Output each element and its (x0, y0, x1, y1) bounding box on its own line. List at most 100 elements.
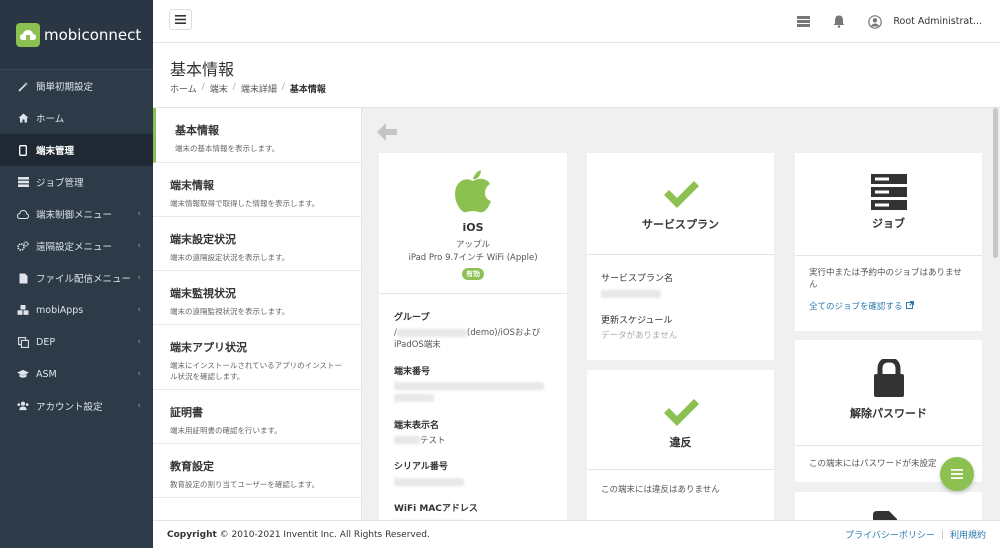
footer-links: プライバシーポリシー | 利用規約 (845, 528, 986, 542)
detail-nav-title: 端末情報 (170, 179, 214, 192)
service-plan-body: サービスプラン名 更新スケジュール データがありません (587, 255, 774, 347)
sidebar-item-asm[interactable]: ASM ‹ (0, 358, 153, 390)
breadcrumb-device[interactable]: 端末 (210, 82, 228, 95)
detail-nav-monitoring-status[interactable]: 端末監視状況 端末の遠隔監視状況を表示します。 (153, 271, 361, 325)
redacted-text (394, 382, 544, 391)
apple-logo-icon (455, 170, 491, 213)
user-avatar-icon[interactable] (867, 14, 883, 30)
violation-body: この端末には違反はありません (587, 470, 774, 512)
breadcrumb-home[interactable]: ホーム (170, 82, 197, 95)
sidebar-item-label: 端末管理 (36, 146, 75, 157)
violation-card: 違反 この端末には違反はありません (587, 370, 774, 520)
copyright-text: © 2010-2021 Inventit Inc. All Rights Res… (219, 529, 430, 540)
sidebar-item-label: アカウント設定 (36, 402, 103, 413)
breadcrumb-separator: / (281, 82, 285, 92)
detail-nav-title: 端末監視状況 (170, 287, 236, 300)
logo[interactable]: mobiconnect (0, 0, 153, 70)
wand-icon (17, 80, 29, 92)
device-maker: アップル (455, 240, 490, 250)
detail-nav-title: 基本情報 (175, 124, 219, 137)
sidebar-item-label: DEP (36, 336, 56, 348)
chevron-left-icon: ‹ (137, 337, 141, 347)
device-os: iOS (462, 221, 484, 234)
terms-link[interactable]: 利用規約 (950, 528, 986, 541)
job-body: 実行中または予約中のジョブはありません 全てのジョブを確認する (795, 256, 982, 324)
redacted-text (394, 477, 464, 486)
detail-nav-education[interactable]: 教育設定 教育設定の割り当てユーザーを確認します。 (153, 444, 361, 498)
detail-nav-desc: 端末の基本情報を表示します。 (175, 144, 280, 153)
sidebar-item-label: ジョブ管理 (36, 178, 84, 189)
external-link-icon (905, 300, 914, 309)
sidebar-item-mobiapps[interactable]: mobiApps ‹ (0, 294, 153, 326)
server-list-icon[interactable] (795, 14, 811, 30)
sidebar-item-label: ファイル配信メニュー (36, 274, 132, 285)
bell-icon[interactable] (831, 14, 847, 30)
cloud-icon (17, 208, 29, 220)
detail-nav-certificate[interactable]: 証明書 端末用証明書の確認を行います。 (153, 390, 361, 444)
hamburger-icon (175, 15, 186, 24)
sidebar-item-label: 遠隔設定メニュー (36, 242, 113, 253)
detail-nav-title: 教育設定 (170, 460, 214, 473)
back-arrow-icon[interactable] (376, 122, 398, 142)
privacy-policy-link[interactable]: プライバシーポリシー (845, 528, 935, 541)
floating-menu-button[interactable] (940, 457, 974, 491)
field-label-display-name: 端末表示名 (394, 420, 440, 431)
detail-nav-title: 証明書 (170, 406, 203, 419)
chevron-left-icon: ‹ (137, 209, 141, 219)
detail-nav-list: 基本情報 端末の基本情報を表示します。 端末情報 端末情報取得で取得した情報を表… (153, 108, 362, 520)
sidebar-nav: 簡単初期設定 ホーム 端末管理 ジョブ管理 端末制御メニュー ‹ 遠隔設定メニュ… (0, 70, 153, 422)
service-plan-title: サービスプラン (642, 218, 719, 231)
field-value-device-number (394, 382, 552, 406)
next-card (795, 492, 982, 520)
field-label-serial: シリアル番号 (394, 462, 448, 473)
user-name[interactable]: Root Administrat... (893, 16, 982, 27)
status-badge: 有効 (462, 267, 484, 280)
copyright: Copyright © 2010-2021 Inventit Inc. All … (167, 530, 430, 540)
sidebar-item-job-management[interactable]: ジョブ管理 (0, 166, 153, 198)
sidebar-item-remote-settings-menu[interactable]: 遠隔設定メニュー ‹ (0, 230, 153, 262)
brand-name: mobiconnect (44, 25, 142, 44)
chevron-left-icon: ‹ (137, 305, 141, 315)
service-plan-card: サービスプラン サービスプラン名 更新スケジュール データがありません (587, 153, 774, 360)
field-value-schedule: データがありません (601, 330, 678, 341)
menu-toggle-button[interactable] (169, 9, 192, 30)
sidebar-item-label: ASM (36, 368, 57, 380)
device-model: iPad Pro 9.7インチ WiFi (Apple) (408, 252, 538, 263)
detail-nav-device-info[interactable]: 端末情報 端末情報取得で取得した情報を表示します。 (153, 163, 361, 217)
detail-nav-desc: 端末用証明書の確認を行います。 (170, 426, 282, 435)
detail-nav-desc: 端末情報取得で取得した情報を表示します。 (170, 199, 320, 208)
detail-nav-desc: 端末の遠隔監視状況を表示します。 (170, 307, 290, 316)
redacted-text (601, 289, 661, 298)
sidebar-item-dep[interactable]: DEP ‹ (0, 326, 153, 358)
sidebar-item-device-control-menu[interactable]: 端末制御メニュー ‹ (0, 198, 153, 230)
detail-nav-app-status[interactable]: 端末アプリ状況 端末にインストールされているアプリのインストール状況を確認します… (153, 325, 361, 390)
device-card-header: iOS アップル iPad Pro 9.7インチ WiFi (Apple) 有効 (379, 153, 567, 294)
violation-title: 違反 (669, 436, 692, 449)
page-header: 基本情報 ホーム / 端末 / 端末詳細 / 基本情報 (153, 43, 1000, 108)
field-label-wifi-mac: WiFi MACアドレス (394, 504, 478, 515)
sidebar-item-quick-setup[interactable]: 簡単初期設定 (0, 70, 153, 102)
display-name-suffix: テスト (420, 435, 446, 446)
detail-nav-basic-info[interactable]: 基本情報 端末の基本情報を表示します。 (153, 108, 361, 163)
chevron-left-icon: ‹ (137, 241, 141, 251)
sidebar-item-account-settings[interactable]: アカウント設定 ‹ (0, 390, 153, 422)
breadcrumb-device-detail[interactable]: 端末詳細 (241, 82, 277, 95)
sidebar-item-file-delivery-menu[interactable]: ファイル配信メニュー ‹ (0, 262, 153, 294)
field-label-group: グループ (394, 313, 430, 323)
violation-message: この端末には違反はありません (601, 485, 720, 495)
detail-nav-settings-status[interactable]: 端末設定状況 端末の遠隔設定状況を表示します。 (153, 217, 361, 271)
all-jobs-link[interactable]: 全てのジョブを確認する (809, 300, 968, 312)
chevron-left-icon: ‹ (137, 401, 141, 411)
chevron-left-icon: ‹ (137, 273, 141, 283)
redacted-text (394, 394, 434, 403)
redacted-text (394, 436, 420, 445)
sidebar-item-device-management[interactable]: 端末管理 (0, 134, 153, 166)
topbar-actions: Root Administrat... (775, 0, 982, 43)
all-jobs-link-text[interactable]: 全てのジョブを確認する (809, 302, 903, 312)
detail-nav-title: 端末設定状況 (170, 233, 236, 246)
checkmark-icon (663, 399, 699, 426)
field-value-display-name: テスト (394, 436, 552, 448)
scrollbar[interactable] (993, 108, 998, 258)
file-icon (873, 511, 897, 520)
sidebar-item-home[interactable]: ホーム (0, 102, 153, 134)
